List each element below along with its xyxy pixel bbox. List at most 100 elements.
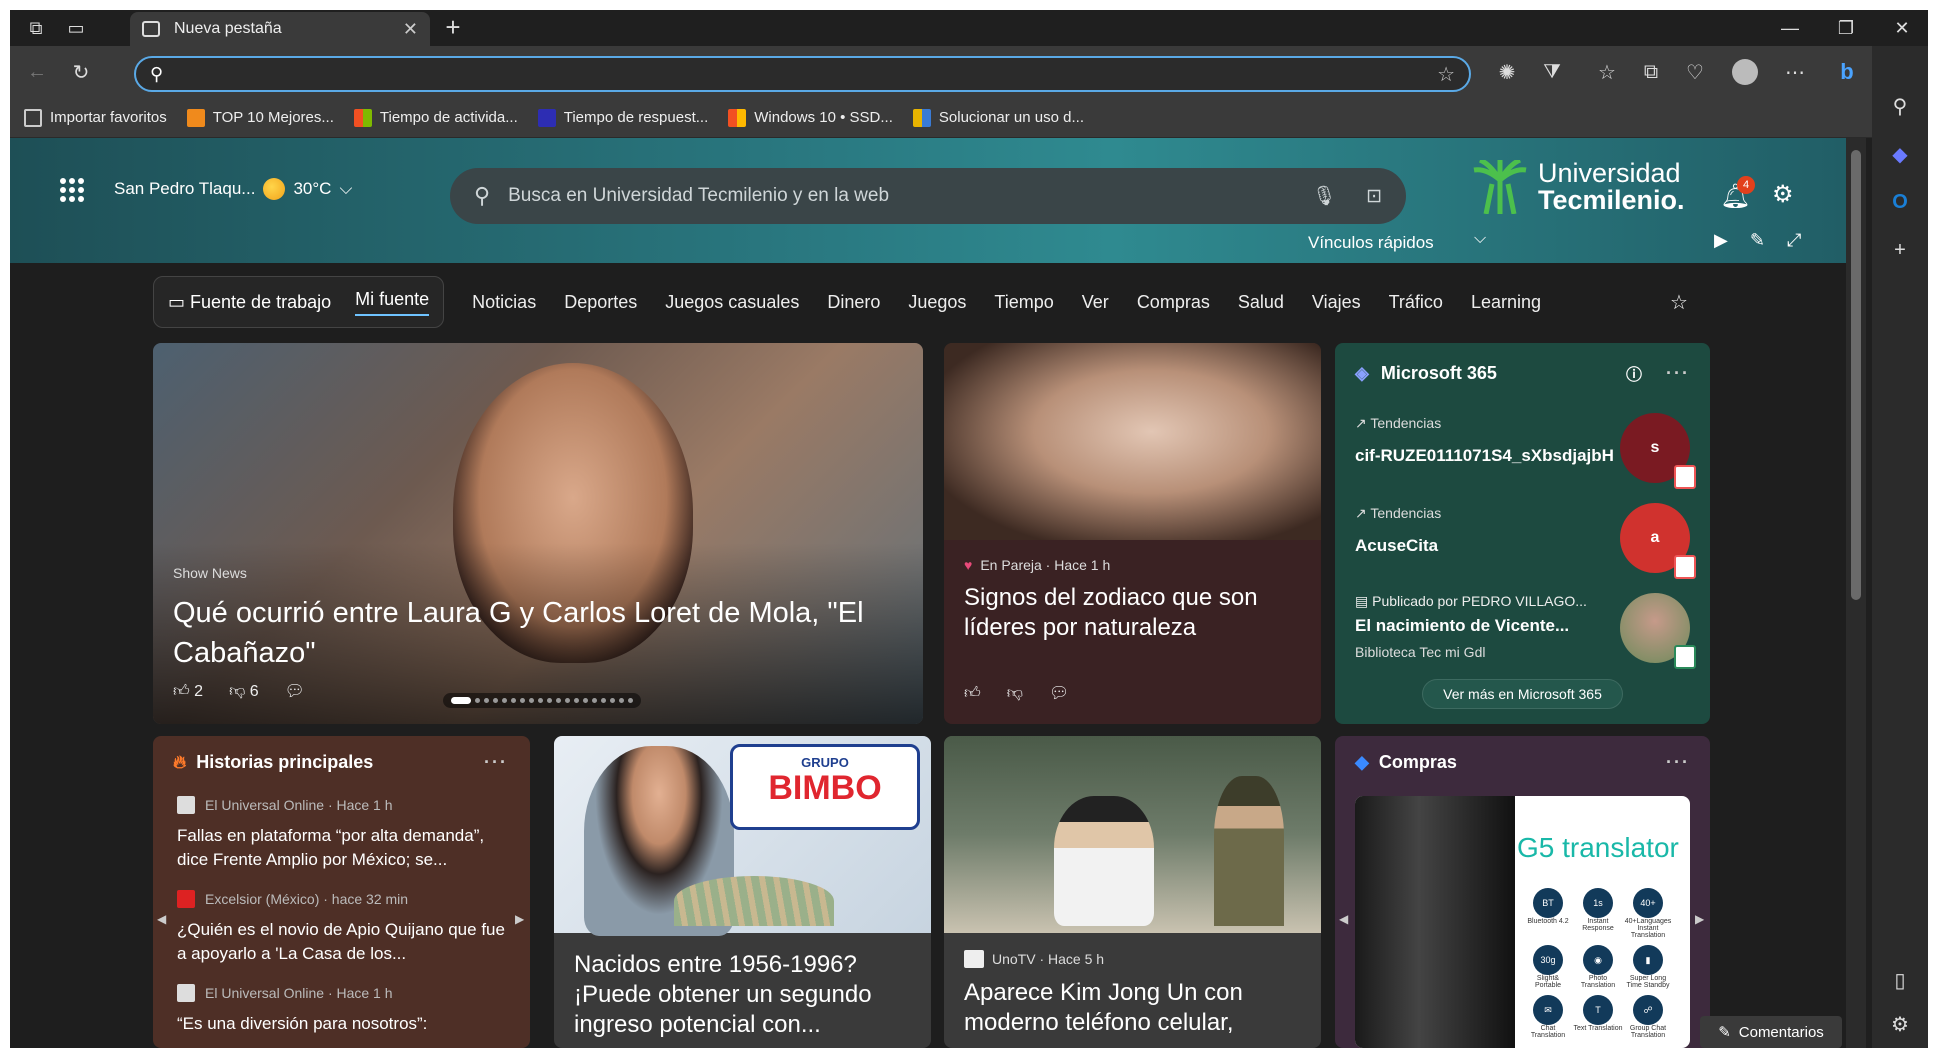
tab-my-feed[interactable]: Mi fuente bbox=[355, 289, 430, 316]
kim-source: UnoTV · Hace 5 h bbox=[992, 951, 1105, 967]
chevron-down-icon[interactable]: ⌵ bbox=[1474, 230, 1486, 248]
like-button[interactable]: 👍︎ bbox=[964, 684, 981, 703]
info-icon[interactable]: ⓘ bbox=[1626, 361, 1642, 385]
bing-copilot-icon[interactable]: b bbox=[1830, 56, 1864, 88]
address-input[interactable] bbox=[175, 65, 1438, 83]
back-button[interactable]: ← bbox=[20, 56, 54, 88]
feature-label: Slight& Portable bbox=[1534, 975, 1562, 989]
zodiac-news-card[interactable]: ♥ En Pareja · Hace 1 h Signos del zodiac… bbox=[944, 343, 1321, 724]
favorite-star-icon[interactable]: ☆ bbox=[1437, 62, 1455, 87]
m365-post-item[interactable]: ▤ Publicado por PEDRO VILLAGO... El naci… bbox=[1355, 593, 1615, 660]
new-tab-button[interactable]: + bbox=[438, 14, 468, 42]
microphone-icon[interactable]: 🎙 bbox=[1312, 184, 1336, 208]
nav-item[interactable]: Learning bbox=[1471, 292, 1541, 313]
copilot-icon[interactable]: ◆ bbox=[1884, 138, 1916, 170]
refresh-button[interactable]: ↻ bbox=[64, 56, 98, 88]
close-tab-icon[interactable]: ✕ bbox=[403, 19, 418, 40]
nav-item[interactable]: Compras bbox=[1137, 292, 1210, 313]
quick-links-button[interactable]: Vínculos rápidos bbox=[1308, 233, 1434, 253]
featured-news-card[interactable]: Show News Qué ocurrió entre Laura G y Ca… bbox=[153, 343, 923, 724]
outlook-icon[interactable]: O bbox=[1884, 186, 1916, 218]
workspaces-icon[interactable]: ⧉ bbox=[18, 14, 54, 42]
nav-item[interactable]: Juegos casuales bbox=[665, 292, 799, 313]
comment-icon[interactable]: 💬︎ bbox=[1049, 683, 1069, 703]
m365-file-item[interactable]: ↗ Tendencias AcuseCita bbox=[1355, 505, 1655, 556]
m365-file-item[interactable]: ↗ Tendencias cif-RUZE0111071S4_sXbsdjajb… bbox=[1355, 415, 1655, 466]
visual-search-icon[interactable]: ⊡ bbox=[1366, 185, 1382, 208]
search-icon[interactable]: ⚲ bbox=[1884, 90, 1916, 122]
close-window-button[interactable]: ✕ bbox=[1874, 10, 1928, 46]
sponsored-bimbo-card[interactable]: GRUPO BIMBO Nacidos entre 1956-1996? ¡Pu… bbox=[554, 736, 931, 1048]
nav-item[interactable]: Deportes bbox=[564, 292, 637, 313]
next-arrow-icon[interactable]: ▶ bbox=[1695, 912, 1704, 926]
page-settings-gear-icon[interactable]: ⚙ bbox=[1772, 180, 1794, 209]
copilot-extension-icon[interactable]: ✺ bbox=[1490, 56, 1524, 88]
carousel-pager[interactable] bbox=[443, 693, 641, 708]
edge-sidebar: ⚲ ◆ O + ▯ ⚙ bbox=[1872, 46, 1928, 1048]
favorite-import[interactable]: Importar favoritos bbox=[24, 108, 167, 127]
tab-work-feed[interactable]: ▭ Fuente de trabajo bbox=[168, 292, 331, 313]
next-arrow-icon[interactable]: ▶ bbox=[515, 912, 524, 926]
nav-item[interactable]: Tiempo bbox=[994, 292, 1053, 313]
extensions-icon[interactable]: ⧩ bbox=[1535, 56, 1569, 88]
feature-mark: 1s bbox=[1583, 888, 1613, 918]
story-item[interactable]: Excelsior (México) · hace 32 min ¿Quién … bbox=[177, 890, 517, 966]
dislike-button[interactable]: 👎︎ bbox=[1007, 684, 1023, 703]
product-image[interactable]: G5 translator BT Bluetooth 4.2 1s Instant … bbox=[1355, 796, 1690, 1048]
minimize-button[interactable]: — bbox=[1762, 10, 1818, 46]
tab-new-tab[interactable]: Nueva pestaña ✕ bbox=[130, 12, 430, 46]
sidebar-settings-gear-icon[interactable]: ⚙ bbox=[1884, 1008, 1916, 1040]
feedback-button[interactable]: ✎ Comentarios bbox=[1700, 1016, 1842, 1048]
m365-item-tag-row: ↗ Tendencias bbox=[1355, 505, 1655, 522]
more-menu-icon[interactable]: ⋯ bbox=[1778, 56, 1812, 88]
nav-item[interactable]: Juegos bbox=[908, 292, 966, 313]
see-more-m365-button[interactable]: Ver más en Microsoft 365 bbox=[1422, 679, 1623, 709]
nav-item[interactable]: Dinero bbox=[827, 292, 880, 313]
kim-news-card[interactable]: UnoTV · Hace 5 h Aparece Kim Jong Un con… bbox=[944, 736, 1321, 1048]
story-item[interactable]: El Universal Online · Hace 1 h “Es una d… bbox=[177, 984, 517, 1036]
nav-item[interactable]: Ver bbox=[1082, 292, 1109, 313]
page-scrollbar[interactable] bbox=[1846, 138, 1866, 1048]
nav-item[interactable]: Viajes bbox=[1312, 292, 1361, 313]
feed-navigation: ▭ Fuente de trabajo Mi fuente Noticias D… bbox=[153, 276, 1703, 328]
app-launcher-icon[interactable] bbox=[60, 178, 84, 202]
web-search-box[interactable]: ⚲ Busca en Universidad Tecmilenio y en l… bbox=[450, 168, 1406, 224]
feature-item: T Text Translation bbox=[1573, 995, 1623, 1039]
more-options-icon[interactable]: ··· bbox=[484, 752, 508, 773]
weather-widget[interactable]: San Pedro Tlaqu... 30°C ⌵ bbox=[114, 178, 352, 200]
comment-icon[interactable]: 💬︎ bbox=[285, 681, 305, 701]
tab-actions-icon[interactable]: ▭ bbox=[58, 14, 94, 42]
nav-item[interactable]: Tráfico bbox=[1389, 292, 1443, 313]
health-icon[interactable]: ♡ bbox=[1678, 56, 1712, 88]
dislike-count: 6 bbox=[249, 682, 259, 700]
favorite-item[interactable]: Tiempo de activida... bbox=[353, 108, 518, 127]
story-item[interactable]: El Universal Online · Hace 1 h Fallas en… bbox=[177, 796, 517, 872]
personalize-star-icon[interactable]: ☆ bbox=[1670, 290, 1688, 315]
sidebar-toggle-icon[interactable]: ▯ bbox=[1884, 964, 1916, 996]
more-options-icon[interactable]: ··· bbox=[1666, 752, 1690, 773]
kim-source-row: UnoTV · Hace 5 h bbox=[964, 950, 1104, 968]
previous-arrow-icon[interactable]: ◀ bbox=[157, 912, 166, 926]
tecmilenio-logo-mark bbox=[1473, 160, 1527, 214]
scrollbar-thumb[interactable] bbox=[1851, 150, 1861, 600]
favorites-icon[interactable]: ☆ bbox=[1590, 56, 1624, 88]
money-fan bbox=[674, 876, 834, 926]
dislike-button[interactable]: 👎︎ 6 bbox=[229, 682, 259, 701]
nav-item[interactable]: Salud bbox=[1238, 292, 1284, 313]
collections-icon[interactable]: ⧉ bbox=[1634, 56, 1668, 88]
favorite-item[interactable]: TOP 10 Mejores... bbox=[186, 108, 334, 127]
profile-avatar[interactable] bbox=[1728, 56, 1762, 88]
previous-arrow-icon[interactable]: ◀ bbox=[1339, 912, 1348, 926]
play-icon[interactable]: ▶ bbox=[1714, 230, 1728, 251]
address-bar[interactable]: ⚲ ☆ bbox=[134, 56, 1471, 92]
nav-item[interactable]: Noticias bbox=[472, 292, 536, 313]
more-options-icon[interactable]: ··· bbox=[1666, 363, 1690, 384]
restore-button[interactable]: ❐ bbox=[1818, 10, 1874, 46]
expand-icon[interactable]: ⤢ bbox=[1787, 230, 1801, 251]
edit-background-icon[interactable]: ✎ bbox=[1750, 230, 1765, 251]
favorite-item[interactable]: Tiempo de respuest... bbox=[537, 108, 708, 127]
add-app-icon[interactable]: + bbox=[1884, 234, 1916, 266]
favorite-item[interactable]: Solucionar un uso d... bbox=[912, 108, 1084, 127]
favorite-item[interactable]: Windows 10 • SSD... bbox=[728, 108, 893, 127]
like-button[interactable]: 👍︎ 2 bbox=[173, 682, 203, 701]
